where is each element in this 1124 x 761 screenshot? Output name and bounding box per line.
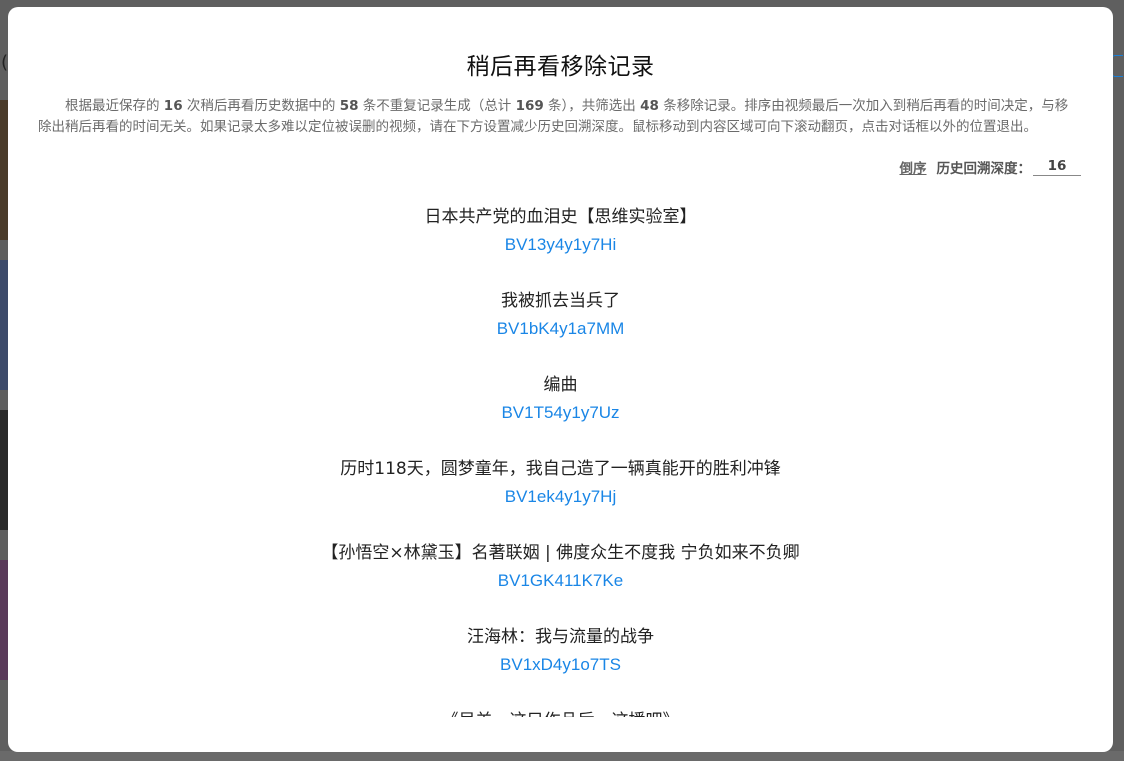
record-title: 【孙悟空×林黛玉】名著联姻 | 佛度众生不度我 宁负如来不负卿 [321,543,800,563]
total-record-count: 169 [515,98,544,114]
record-item: 我被抓去当兵了 BV1bK4y1a7MM [8,289,1113,373]
background-bottom-bar [0,751,1124,761]
background-thumbnail [0,560,8,680]
reverse-sort-toggle[interactable]: 倒序 [900,157,927,177]
record-title: 我被抓去当兵了 [501,291,620,311]
record-title: 日本共产党的血泪史【思维实验室】 [424,207,697,227]
desc-text: 根据最近保存的 [65,98,164,114]
background-thumbnail [0,410,8,530]
background-thumbnail [0,260,8,390]
depth-input[interactable] [1033,158,1081,176]
record-item: 《吴羊，这只作品后，这播吧》 [8,709,1113,717]
record-bvid-link[interactable]: BV1T54y1y7Uz [501,401,619,425]
dialog-title: 稍后再看移除记录 [466,54,655,80]
dialog-description: 根据最近保存的 16 次稍后再看历史数据中的 58 条不重复记录生成（总计 16… [38,96,1081,137]
desc-text: 条），共筛选出 [543,98,641,114]
background-button-edge [1112,55,1123,77]
record-list[interactable]: 日本共产党的血泪史【思维实验室】 BV13y4y1y7Hi 我被抓去当兵了 BV1bK… [8,205,1113,717]
record-title: 历时118天，圆梦童年，我自己造了一辆真能开的胜利冲锋 [340,459,781,479]
record-title: 《吴羊，这只作品后，这播吧》 [8,709,1113,717]
record-title: 汪海林：我与流量的战争 [467,627,654,647]
dialog-controls: 倒序 历史回溯深度： [900,157,1081,177]
record-item: 历时118天，圆梦童年，我自己造了一辆真能开的胜利冲锋 BV1ek4y1y7Hj [8,457,1113,541]
unique-record-count: 58 [339,98,359,114]
record-item: 日本共产党的血泪史【思维实验室】 BV13y4y1y7Hi [8,205,1113,289]
history-count: 16 [163,98,183,114]
background-thumbnail [0,100,8,240]
record-bvid-link[interactable]: BV1ek4y1y7Hj [505,485,617,509]
record-title: 编曲 [543,375,578,395]
removed-record-count: 48 [640,98,659,114]
desc-text: 次稍后再看历史数据中的 [182,98,340,114]
desc-text: 条不重复记录生成（总计 [358,98,516,114]
record-item: 汪海林：我与流量的战争 BV1xD4y1o7TS [8,625,1113,709]
background-glyph: ( [1,52,9,73]
record-bvid-link[interactable]: BV13y4y1y7Hi [505,233,617,257]
record-item: 编曲 BV1T54y1y7Uz [8,373,1113,457]
removal-record-dialog: 稍后再看移除记录 根据最近保存的 16 次稍后再看历史数据中的 58 条不重复记… [8,7,1113,752]
record-bvid-link[interactable]: BV1GK411K7Ke [498,569,623,593]
record-bvid-link[interactable]: BV1bK4y1a7MM [497,317,625,341]
depth-label: 历史回溯深度： [936,161,1032,177]
record-item: 【孙悟空×林黛玉】名著联姻 | 佛度众生不度我 宁负如来不负卿 BV1GK411K… [8,541,1113,625]
record-bvid-link[interactable]: BV1xD4y1o7TS [500,653,621,677]
